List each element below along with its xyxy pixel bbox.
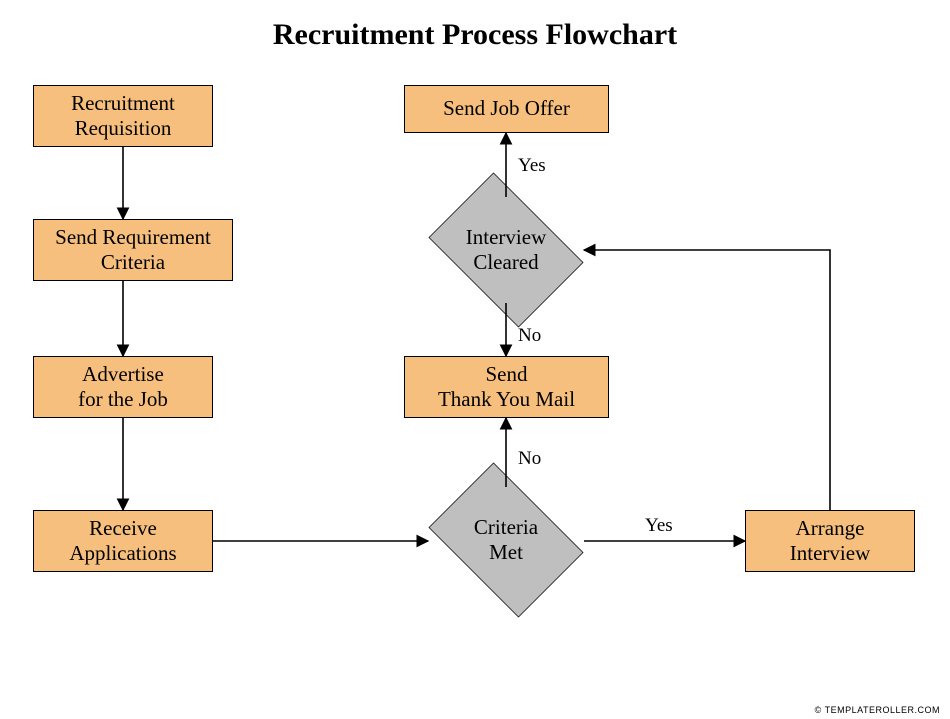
node-recruitment-requisition: RecruitmentRequisition xyxy=(33,85,213,147)
decision-interview-cleared: InterviewCleared xyxy=(416,185,596,315)
edge-label-yes: Yes xyxy=(518,155,546,177)
node-arrange-interview: ArrangeInterview xyxy=(745,510,915,572)
flowchart-canvas: Recruitment Process Flowchart Recruitmen… xyxy=(0,0,950,719)
node-label: SendThank You Mail xyxy=(438,362,575,412)
node-receive-applications: ReceiveApplications xyxy=(33,510,213,572)
node-advertise-for-job: Advertisefor the Job xyxy=(33,356,213,418)
page-title: Recruitment Process Flowchart xyxy=(0,18,950,52)
decision-criteria-met: CriteriaMet xyxy=(416,475,596,605)
node-label: Send RequirementCriteria xyxy=(55,225,211,275)
node-label: Advertisefor the Job xyxy=(78,362,168,412)
edge-label-no: No xyxy=(518,448,541,470)
node-label: ReceiveApplications xyxy=(69,516,176,566)
edge-label-no: No xyxy=(518,325,541,347)
node-label: ArrangeInterview xyxy=(790,516,870,566)
node-send-thank-you: SendThank You Mail xyxy=(404,356,609,418)
decision-label: CriteriaMet xyxy=(474,515,538,565)
edge-label-yes: Yes xyxy=(645,515,673,537)
decision-label: InterviewCleared xyxy=(466,225,546,275)
node-send-job-offer: Send Job Offer xyxy=(404,85,609,133)
node-send-requirement-criteria: Send RequirementCriteria xyxy=(33,219,233,281)
node-label: Send Job Offer xyxy=(443,96,570,121)
footer-credit: © TEMPLATEROLLER.COM xyxy=(815,705,940,715)
node-label: RecruitmentRequisition xyxy=(71,91,175,141)
